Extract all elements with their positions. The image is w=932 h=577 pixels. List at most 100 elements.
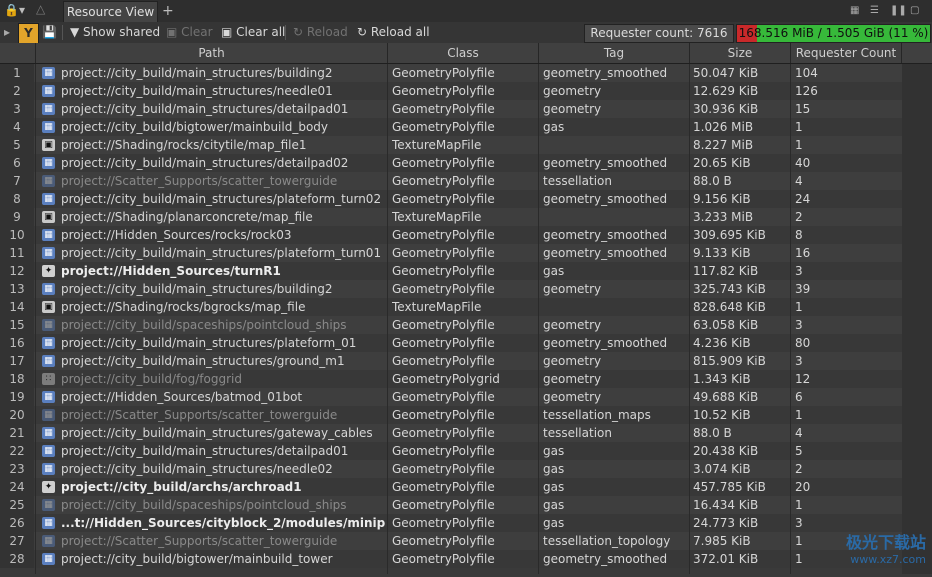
table-row[interactable]: 1 ▦ project://city_build/main_structures/b… (0, 64, 932, 82)
row-index: 14 (0, 298, 34, 316)
resource-tag: geometry_smoothed (543, 228, 668, 242)
table-row[interactable]: 22 ▦ project://city_build/main_structures/… (0, 442, 932, 460)
resource-tag: geometry_smoothed (543, 192, 668, 206)
resource-tag: geometry_smoothed (543, 336, 668, 350)
resource-path: project://city_build/bigtower/mainbuild_… (61, 552, 333, 566)
table-row[interactable]: 20 ▦ project://Scatter_Supports/scatter_to… (0, 406, 932, 424)
reload-all-label: Reload all (370, 25, 430, 39)
resource-requester-count: 1 (795, 300, 803, 314)
add-tab-button[interactable]: + (162, 2, 178, 20)
resource-class: GeometryPolygrid (392, 372, 500, 386)
table-row[interactable]: 8 ▦ project://city_build/main_structures/p… (0, 190, 932, 208)
table-row[interactable]: 10 ▦ project://Hidden_Sources/rocks/rock03… (0, 226, 932, 244)
resource-size: 3.074 KiB (693, 462, 751, 476)
header-path[interactable]: Path (36, 43, 388, 63)
resource-path: project://city_build/main_structures/gro… (61, 354, 345, 368)
filter-icon: Y (24, 26, 33, 40)
resource-tag: tessellation_topology (543, 534, 671, 548)
resource-size: 10.52 KiB (693, 408, 751, 422)
clear-all-label: Clear all (236, 25, 286, 39)
resource-class: GeometryPolyfile (392, 534, 495, 548)
resource-class: GeometryPolyfile (392, 264, 495, 278)
resource-requester-count: 3 (795, 264, 803, 278)
table-row[interactable]: 19 ▦ project://Hidden_Sources/batmod_01bot… (0, 388, 932, 406)
table-row[interactable]: 9 ▣ project://Shading/planarconcrete/map_f… (0, 208, 932, 226)
reload-label: Reload (306, 25, 348, 39)
table-row[interactable]: 18 ∷ project://city_build/fog/foggrid Geome… (0, 370, 932, 388)
resource-path: project://city_build/main_structures/pla… (61, 192, 382, 206)
pin-icon[interactable]: △ (36, 2, 52, 20)
header-tag[interactable]: Tag (539, 43, 690, 63)
resource-tag: gas (543, 480, 565, 494)
table-row[interactable]: 4 ▦ project://city_build/bigtower/mainbuil… (0, 118, 932, 136)
resource-tag: geometry (543, 102, 602, 116)
table-row[interactable]: 2 ▦ project://city_build/main_structures/n… (0, 82, 932, 100)
table-row[interactable]: 11 ▦ project://city_build/main_structures/… (0, 244, 932, 262)
resource-requester-count: 20 (795, 480, 811, 494)
table-row[interactable]: 5 ▣ project://Shading/rocks/citytile/map_f… (0, 136, 932, 154)
table-row[interactable]: 3 ▦ project://city_build/main_structures/d… (0, 100, 932, 118)
header-size[interactable]: Size (690, 43, 791, 63)
tab-resource-view[interactable]: Resource View (63, 1, 158, 22)
table-row[interactable]: 17 ▦ project://city_build/main_structures/… (0, 352, 932, 370)
resource-class: GeometryPolyfile (392, 498, 495, 512)
table-row[interactable]: 24 ✦ project://city_build/archs/archroad1 G… (0, 478, 932, 496)
table-row[interactable]: 16 ▦ project://city_build/main_structures/… (0, 334, 932, 352)
resource-class: GeometryPolyfile (392, 282, 495, 296)
resource-class: GeometryPolyfile (392, 102, 495, 116)
resource-tag: gas (543, 120, 565, 134)
toolbar-divider (62, 25, 63, 40)
geometry-icon: ▦ (42, 499, 55, 511)
table-row[interactable]: 15 ▦ project://city_build/spaceships/point… (0, 316, 932, 334)
resource-requester-count: 8 (795, 228, 803, 242)
table-row[interactable]: 21 ▦ project://city_build/main_structures/… (0, 424, 932, 442)
resource-size: 9.133 KiB (693, 246, 751, 260)
column-divider (538, 64, 539, 574)
collapse-arrow-icon[interactable]: ▸ (4, 24, 10, 41)
row-index: 9 (0, 208, 34, 226)
table-row[interactable]: 12 ✦ project://Hidden_Sources/turnR1 Geomet… (0, 262, 932, 280)
row-index: 11 (0, 244, 34, 262)
table-row[interactable]: 25 ▦ project://city_build/spaceships/point… (0, 496, 932, 514)
reload-button[interactable]: ↻ Reload (293, 24, 348, 41)
table-row[interactable]: 13 ▦ project://city_build/main_structures/… (0, 280, 932, 298)
resource-tag: gas (543, 516, 565, 530)
rows-layout-icon[interactable]: ☰ (870, 5, 882, 16)
resource-size: 325.743 KiB (693, 282, 766, 296)
resource-path: project://city_build/spaceships/pointclo… (61, 498, 347, 512)
resource-requester-count: 39 (795, 282, 811, 296)
resource-size: 828.648 KiB (693, 300, 766, 314)
table-row[interactable]: 23 ▦ project://city_build/main_structures/… (0, 460, 932, 478)
resource-requester-count: 4 (795, 426, 803, 440)
geometry-icon: ▦ (42, 319, 55, 331)
header-class[interactable]: Class (388, 43, 539, 63)
show-shared-button[interactable]: ▼ Show shared (70, 24, 160, 41)
row-index: 13 (0, 280, 34, 298)
empty-column-area (902, 64, 932, 574)
resource-path: project://Hidden_Sources/batmod_01bot (61, 390, 303, 404)
row-index: 20 (0, 406, 34, 424)
resource-requester-count: 1 (795, 498, 803, 512)
columns-layout-icon[interactable]: ❚❚ (890, 5, 907, 16)
resource-path: project://city_build/main_structures/nee… (61, 462, 333, 476)
resource-size: 24.773 KiB (693, 516, 759, 530)
header-requester-count[interactable]: Requester Count (791, 43, 902, 63)
clear-button[interactable]: ▣ Clear (166, 24, 213, 41)
resource-class: GeometryPolyfile (392, 156, 495, 170)
lock-icon[interactable]: 🔒▾ (4, 3, 30, 19)
resource-tag (543, 136, 688, 154)
resource-tag: geometry (543, 84, 602, 98)
resource-tag: geometry (543, 390, 602, 404)
resource-size: 8.227 MiB (693, 138, 754, 152)
filter-button[interactable]: Y (18, 23, 39, 44)
table-row[interactable]: 6 ▦ project://city_build/main_structures/d… (0, 154, 932, 172)
reload-all-button[interactable]: ↻ Reload all (357, 24, 430, 41)
single-layout-icon[interactable]: ▢ (910, 5, 922, 16)
clear-all-button[interactable]: ▣ Clear all (221, 24, 285, 41)
table-row[interactable]: 7 ▦ project://Scatter_Supports/scatter_tow… (0, 172, 932, 190)
save-icon[interactable]: 💾 (42, 24, 57, 41)
resource-path: project://city_build/fog/foggrid (61, 372, 242, 386)
table-row[interactable]: 14 ▣ project://Shading/rocks/bgrocks/map_f… (0, 298, 932, 316)
resource-path: ...t://Hidden_Sources/cityblock_2/module… (61, 516, 386, 530)
grid-layout-icon[interactable]: ▦ (850, 5, 862, 16)
